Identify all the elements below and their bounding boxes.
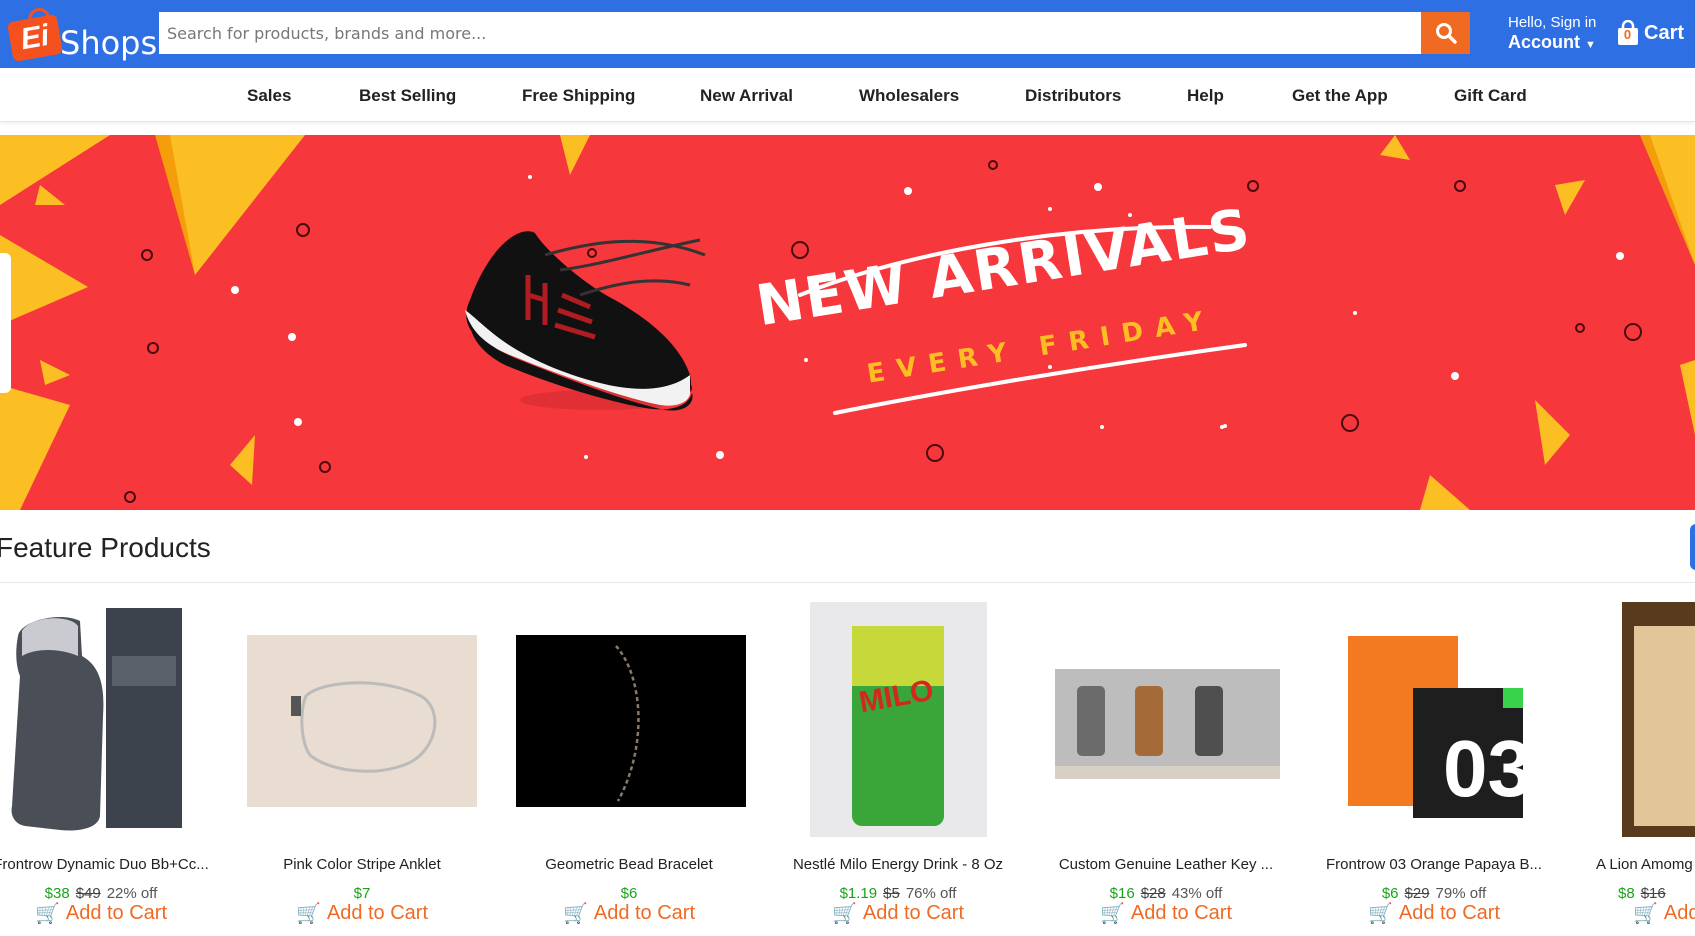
feature-title: Feature Products <box>0 532 211 563</box>
product-image <box>516 635 746 807</box>
cart-icon: 🛒 <box>1367 903 1393 925</box>
nav-free-shipping[interactable]: Free Shipping <box>522 86 635 106</box>
product-old-price: $28 <box>1140 885 1166 902</box>
product-card[interactable]: Pink Color Stripe Anklet $7 🛒 Add to Cart <box>231 596 493 936</box>
svg-text:03: 03 <box>1443 724 1532 813</box>
product-card[interactable]: Custom Genuine Leather Key ... $16 $28 43%… <box>1035 596 1297 936</box>
cart-label: Cart <box>1644 21 1685 44</box>
search-icon <box>1435 23 1457 44</box>
shoe-image <box>465 231 706 411</box>
banner-prev-tab[interactable] <box>0 253 11 393</box>
nav-new-arrival[interactable]: New Arrival <box>700 86 793 106</box>
hero-banner[interactable]: NEW ARRIVALS EVERY FRIDAY <box>0 135 1695 510</box>
greeting-text: Hello, Sign in <box>1508 14 1597 31</box>
logo-badge: Ei <box>6 13 64 63</box>
product-card[interactable]: A Lion Amomg $8 $16 🛒Add to Cart <box>1570 596 1695 936</box>
add-to-cart-button[interactable]: 🛒Add to Cart <box>1035 901 1297 926</box>
product-card[interactable]: Frontrow Dynamic Duo Bb+Cc... $38 $49 22% … <box>0 596 232 936</box>
nav-help[interactable]: Help <box>1187 86 1224 106</box>
logo-text: Shops <box>60 24 158 62</box>
add-to-cart-button[interactable]: 🛒Add to Cart <box>498 901 760 926</box>
add-to-cart-button[interactable]: 🛒Add to Cart <box>1303 901 1565 926</box>
product-name[interactable]: Nestlé Milo Energy Drink - 8 Oz <box>767 856 1029 873</box>
account-label: Account ▼ <box>1508 32 1596 52</box>
search-input[interactable] <box>159 12 1421 54</box>
product-card[interactable]: Geometric Bead Bracelet $6 🛒 Add to Cart <box>498 596 760 936</box>
cart-icon: 🛒 <box>831 903 857 925</box>
cart-button[interactable]: 0 Cart <box>1616 19 1685 46</box>
product-price: $6 <box>1381 885 1399 902</box>
cart-icon: 🛒 <box>1633 903 1658 925</box>
product-card[interactable]: MILO Nestlé Milo Energy Drink - 8 Oz $1.… <box>767 596 1029 936</box>
product-prices: $8 $16 <box>1618 885 1695 902</box>
product-name[interactable]: Pink Color Stripe Anklet <box>231 856 493 873</box>
nav-distributors[interactable]: Distributors <box>1025 86 1121 106</box>
cart-bag-icon: 0 <box>1616 19 1640 46</box>
product-image <box>1622 602 1695 837</box>
feature-view-all-button[interactable] <box>1690 524 1695 570</box>
product-price: $7 <box>353 885 371 902</box>
product-discount: 79% off <box>1435 885 1487 902</box>
nav-get-the-app[interactable]: Get the App <box>1292 86 1388 106</box>
nav-best-selling[interactable]: Best Selling <box>359 86 456 106</box>
product-old-price: $29 <box>1404 885 1430 902</box>
product-prices: $6 $29 79% off <box>1303 885 1565 902</box>
product-name[interactable]: Frontrow Dynamic Duo Bb+Cc... <box>0 856 232 873</box>
cart-icon: 🛒 <box>34 903 60 925</box>
product-price: $38 <box>44 885 70 902</box>
nav-sales[interactable]: Sales <box>247 86 291 106</box>
main-nav: Sales Best Selling Free Shipping New Arr… <box>0 68 1695 122</box>
product-prices: $7 <box>231 885 493 902</box>
product-prices: $38 $49 22% off <box>0 885 232 902</box>
product-price: $1.19 <box>839 885 878 902</box>
product-image: MILO <box>810 602 987 837</box>
product-image: 03 <box>1348 636 1532 818</box>
product-name[interactable]: Geometric Bead Bracelet <box>498 856 760 873</box>
add-to-cart-button[interactable]: 🛒Add to Cart <box>0 901 232 926</box>
site-logo[interactable]: Ei Shops <box>6 6 158 63</box>
product-card[interactable]: 03 Frontrow 03 Orange Papaya B... $6 $29 7… <box>1303 596 1565 936</box>
cart-icon: 🛒 <box>295 903 321 925</box>
product-prices: $6 <box>498 885 760 902</box>
add-to-cart-button[interactable]: 🛒Add to Cart <box>1633 901 1695 926</box>
caret-down-icon: ▼ <box>1585 39 1596 51</box>
product-discount: 22% off <box>106 885 158 902</box>
top-header: Ei Shops Hello, Sign in Account ▼ 0 Cart <box>0 0 1695 68</box>
product-discount: 76% off <box>905 885 957 902</box>
product-image <box>1055 669 1280 779</box>
product-name[interactable]: A Lion Amomg <box>1596 856 1695 873</box>
product-image <box>11 608 182 831</box>
add-to-cart-button[interactable]: 🛒Add to Cart <box>231 901 493 926</box>
search-button[interactable] <box>1421 12 1470 54</box>
nav-gift-card[interactable]: Gift Card <box>1454 86 1527 106</box>
cart-icon: 🛒 <box>1099 903 1125 925</box>
account-menu[interactable]: Hello, Sign in Account ▼ <box>1508 14 1596 53</box>
cart-icon: 🛒 <box>562 903 588 925</box>
divider <box>0 582 1695 583</box>
product-old-price: $5 <box>883 885 900 902</box>
product-discount: 43% off <box>1171 885 1223 902</box>
product-name[interactable]: Frontrow 03 Orange Papaya B... <box>1303 856 1565 873</box>
cart-count: 0 <box>1622 27 1633 42</box>
product-old-price: $16 <box>1640 885 1666 902</box>
add-to-cart-button[interactable]: 🛒Add to Cart <box>767 901 1029 926</box>
product-name[interactable]: Custom Genuine Leather Key ... <box>1035 856 1297 873</box>
product-price: $16 <box>1109 885 1135 902</box>
product-image <box>247 635 477 807</box>
product-old-price: $49 <box>75 885 101 902</box>
product-prices: $16 $28 43% off <box>1035 885 1297 902</box>
product-prices: $1.19 $5 76% off <box>767 885 1029 902</box>
nav-wholesalers[interactable]: Wholesalers <box>859 86 959 106</box>
product-price: $6 <box>620 885 638 902</box>
product-price: $8 <box>1618 885 1635 902</box>
